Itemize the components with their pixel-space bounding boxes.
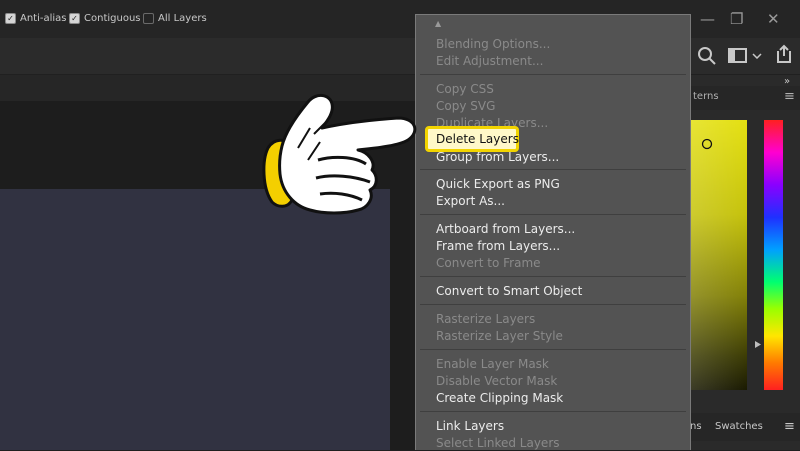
- share-icon[interactable]: [772, 44, 792, 64]
- color-picker-cursor-icon: [701, 138, 713, 150]
- checkbox-checked-icon[interactable]: ✓: [5, 12, 16, 24]
- menu-separator: [420, 214, 686, 215]
- menu-item-copy-css: Copy CSS: [436, 82, 494, 96]
- all-layers-option[interactable]: All Layers: [143, 11, 207, 25]
- contiguous-label: Contiguous: [84, 12, 141, 24]
- canvas-document[interactable]: [0, 189, 390, 450]
- layers-context-menu: ▲ Blending Options... Edit Adjustment...…: [415, 14, 691, 450]
- delete-layers-highlight-label: Delete Layers: [436, 132, 519, 146]
- all-layers-label: All Layers: [158, 12, 207, 24]
- menu-item-convert-to-frame: Convert to Frame: [436, 256, 541, 270]
- menu-item-rasterize-layer-style: Rasterize Layer Style: [436, 329, 563, 343]
- menu-item-edit-adjustment: Edit Adjustment...: [436, 54, 544, 68]
- close-icon: ✕: [767, 10, 780, 28]
- menu-item-enable-layer-mask: Enable Layer Mask: [436, 357, 549, 371]
- menu-separator: [420, 349, 686, 350]
- menu-item-frame-from-layers[interactable]: Frame from Layers...: [436, 239, 560, 254]
- minimize-icon: —: [700, 10, 715, 28]
- menu-item-link-layers[interactable]: Link Layers: [436, 419, 504, 434]
- checkbox-unchecked-icon[interactable]: [143, 12, 154, 24]
- contiguous-option[interactable]: ✓ Contiguous: [69, 11, 141, 25]
- checkbox-checked-icon[interactable]: ✓: [69, 12, 80, 24]
- restore-button[interactable]: ❐: [730, 11, 743, 27]
- panel-tabs: terns ≡: [690, 86, 800, 110]
- menu-item-convert-smart-object[interactable]: Convert to Smart Object: [436, 284, 582, 299]
- menu-item-select-linked-layers: Select Linked Layers: [436, 436, 560, 450]
- anti-alias-label: Anti-alias: [20, 12, 67, 24]
- anti-alias-option[interactable]: ✓ Anti-alias: [5, 11, 67, 25]
- menu-item-blending-options: Blending Options...: [436, 37, 551, 51]
- chevron-down-icon[interactable]: [752, 53, 762, 59]
- search-icon[interactable]: [697, 46, 717, 66]
- hue-slider[interactable]: [764, 120, 783, 390]
- minimize-button[interactable]: —: [700, 11, 715, 27]
- bottom-panel-tabs: ns Swatches ≡: [690, 413, 800, 441]
- menu-item-copy-svg: Copy SVG: [436, 99, 496, 113]
- scroll-up-icon[interactable]: ▲: [435, 19, 441, 28]
- menu-item-create-clipping-mask[interactable]: Create Clipping Mask: [436, 391, 563, 406]
- menu-separator: [420, 276, 686, 277]
- close-button[interactable]: ✕: [767, 11, 780, 27]
- menu-item-rasterize-layers: Rasterize Layers: [436, 312, 536, 326]
- tab-gradients[interactable]: ns: [690, 421, 702, 432]
- workspace-icon[interactable]: [728, 48, 748, 64]
- pointing-hand-icon: [262, 94, 417, 215]
- menu-item-export-as[interactable]: Export As...: [436, 194, 505, 209]
- tab-swatches[interactable]: Swatches: [715, 421, 763, 432]
- menu-item-quick-export-png[interactable]: Quick Export as PNG: [436, 177, 560, 192]
- restore-icon: ❐: [730, 10, 744, 28]
- menu-item-group-from-layers[interactable]: Group from Layers...: [436, 150, 559, 165]
- menu-item-disable-vector-mask: Disable Vector Mask: [436, 374, 558, 388]
- panel-menu-icon[interactable]: ≡: [784, 89, 795, 104]
- menu-separator: [420, 411, 686, 412]
- hue-slider-handle-icon[interactable]: [754, 340, 762, 349]
- menu-separator: [420, 304, 686, 305]
- panel-menu-icon[interactable]: ≡: [784, 419, 795, 434]
- color-field[interactable]: [690, 120, 747, 390]
- menu-item-artboard-from-layers[interactable]: Artboard from Layers...: [436, 222, 575, 237]
- tab-patterns[interactable]: terns: [693, 91, 719, 102]
- menu-separator: [420, 169, 686, 170]
- menu-separator: [420, 74, 686, 75]
